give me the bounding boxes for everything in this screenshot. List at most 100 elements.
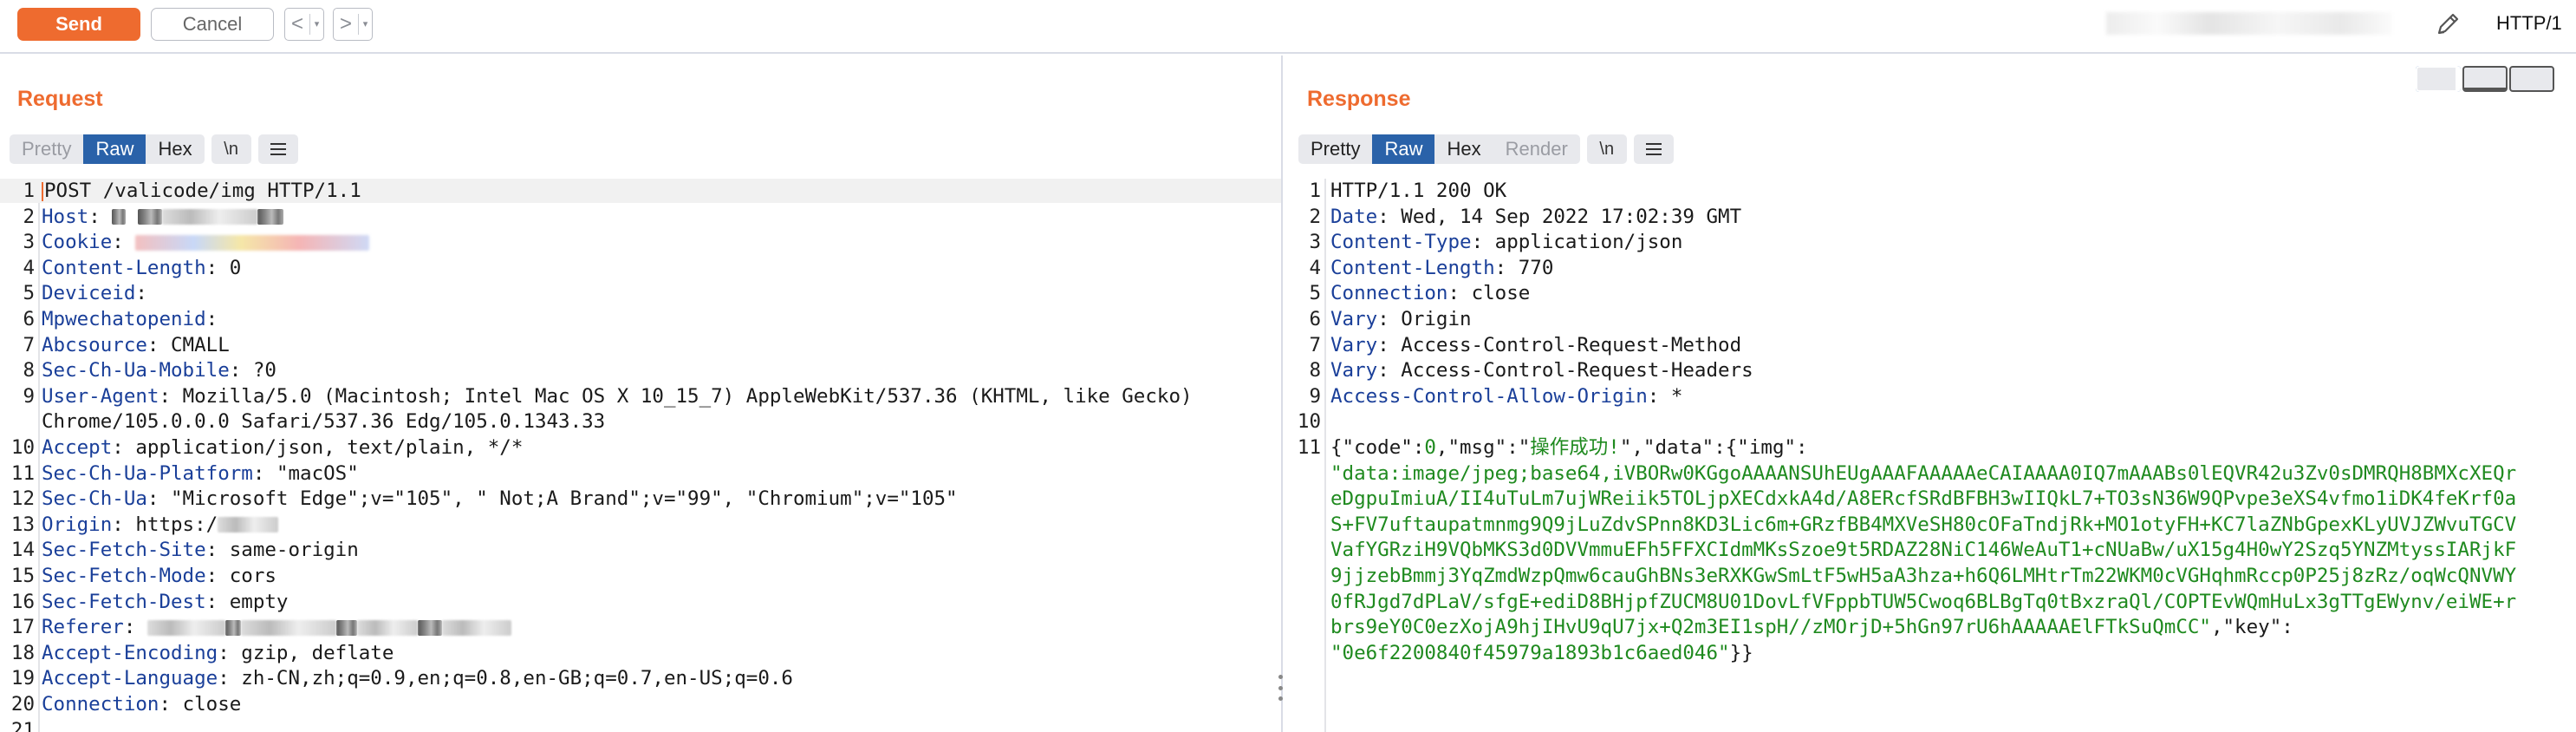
json-body-line: "0e6f2200840f45979a1893b1c6aed046"}} [1330,641,1753,665]
editor-line[interactable]: 15 Sec-Fetch-Mode: cors [0,564,1281,588]
response-tab-group: Pretty Raw Hex Render [1298,134,1580,164]
editor-line[interactable]: 17 Referer: [0,615,1281,639]
header-name: Access-Control-Allow-Origin [1330,384,1648,408]
line-text: HTTP/1.1 200 OK [1330,180,1507,202]
response-tab-pretty[interactable]: Pretty [1298,134,1372,164]
editor-line[interactable]: 8 Vary: Access-Control-Request-Headers [1285,358,2576,382]
protocol-label[interactable]: HTTP/1 [2496,12,2562,35]
json-value: 0 [1424,436,1436,459]
editor-line[interactable]: 11 {"code":0,"msg":"操作成功!","data":{"img": [1285,435,2576,460]
editor-line[interactable]: 4 Content-Length: 0 [0,256,1281,280]
history-forward-button[interactable]: > ▾ [333,8,373,41]
line-content: Sec-Fetch-Site: same-origin [42,539,359,562]
editor-line[interactable]: 2 Host: [0,205,1281,229]
response-editor[interactable]: 1 HTTP/1.1 200 OK 2 Date: Wed, 14 Sep 2022 … [1285,179,2576,732]
json-token: ,"key": [2210,616,2293,639]
editor-line[interactable]: 7 Abcsource: CMALL [0,333,1281,357]
layout-side-by-side-button[interactable] [2416,66,2461,92]
line-content: Content-Length: 0 [42,256,242,279]
editor-line[interactable]: Chrome/105.0.0.0 Safari/537.36 Edg/105.0… [0,409,1281,434]
editor-line[interactable]: VafYGRziH9VQbMKS3d0DVVmmuEFh5FFXCIdmMKsS… [1285,538,2576,562]
editor-line[interactable]: S+FV7uftaupatmnmg9Q9jLuZdvSPnn8KD3Lic6m+… [1285,513,2576,537]
header-value: zh-CN,zh;q=0.9,en;q=0.8,en-GB;q=0.7,en-U… [241,667,793,690]
editor-line[interactable]: 16 Sec-Fetch-Dest: empty [0,590,1281,614]
history-back-button[interactable]: < ▾ [284,8,324,41]
editor-line[interactable]: 9 Access-Control-Allow-Origin: * [1285,384,2576,408]
editor-line[interactable]: 3 Cookie: [0,230,1281,254]
editor-line[interactable]: 6 Mpwechatopenid: [0,307,1281,331]
line-content: Sec-Ch-Ua-Platform: "macOS" [42,461,359,485]
editor-line[interactable]: 20 Connection: close [0,692,1281,716]
header-name: Cookie [42,231,113,254]
response-tab-render[interactable]: Render [1493,134,1580,164]
line-number: 6 [1309,308,1321,330]
response-tab-raw[interactable]: Raw [1372,134,1435,164]
response-newline-toggle[interactable]: \n [1586,134,1627,164]
request-tab-pretty[interactable]: Pretty [10,134,83,164]
editor-line[interactable]: 3 Content-Type: application/json [1285,230,2576,254]
editor-line[interactable]: 19 Accept-Language: zh-CN,zh;q=0.9,en;q=0… [0,666,1281,690]
request-newline-toggle[interactable]: \n [211,134,251,164]
header-name: Origin [42,513,113,536]
json-value: VafYGRziH9VQbMKS3d0DVVmmuEFh5FFXCIdmMKsS… [1330,539,2517,562]
response-menu-button[interactable] [1633,134,1674,164]
edit-target-pencil-icon[interactable] [2432,9,2463,40]
pane-resize-handle[interactable] [1278,675,1284,701]
editor-line[interactable]: brs9eY0C0ezXojA9hjIHvU9qU7jx+Q2m3EI1spH/… [1285,615,2576,639]
layout-stacked-button[interactable] [2462,66,2508,92]
json-body-line: {"code":0,"msg":"操作成功!","data":{"img": [1330,435,1808,460]
cancel-button[interactable]: Cancel [151,8,274,41]
request-tab-raw[interactable]: Raw [83,134,146,164]
editor-line[interactable]: 9jjzebBmmj3YqZmdWzpQmw6cauGhBNs3eRXKGwSm… [1285,564,2576,588]
redacted-value [240,619,336,636]
editor-line[interactable]: 1 POST /valicode/img HTTP/1.1 [0,179,1281,203]
line-number: 17 [10,616,35,639]
editor-line[interactable]: 13 Origin: https:/ [0,513,1281,537]
json-value: " [1718,641,1730,664]
request-editor[interactable]: 1 POST /valicode/img HTTP/1.1 2 Host: 3 Cook… [0,179,1281,732]
editor-line[interactable]: 11 Sec-Ch-Ua-Platform: "macOS" [0,461,1281,486]
editor-line[interactable]: eDgpuImiuA/II4uTuLm7ujWReiik5TOLjpXECdxk… [1285,487,2576,511]
request-tab-hex[interactable]: Hex [146,134,204,164]
editor-line[interactable]: 21 [0,718,1281,732]
header-name: User-Agent [42,384,159,408]
response-tab-hex[interactable]: Hex [1434,134,1493,164]
editor-line[interactable]: 12 Sec-Ch-Ua: "Microsoft Edge";v="105", "… [0,487,1281,511]
line-number: 7 [23,333,35,356]
json-value: eDgpuImiuA/II4uTuLm7ujWReiik5TOLjpXECdxk… [1330,487,2517,511]
request-menu-button[interactable] [257,134,298,164]
redacted-value [112,209,127,225]
editor-line[interactable]: 8 Sec-Ch-Ua-Mobile: ?0 [0,358,1281,382]
editor-line[interactable]: "data:image/jpeg;base64,iVBORw0KGgoAAAAN… [1285,461,2576,486]
line-content: Sec-Ch-Ua: "Microsoft Edge";v="105", " N… [42,487,958,511]
target-host-redacted[interactable] [2106,12,2392,35]
top-toolbar: Send Cancel < ▾ > ▾ HTTP/1 [0,0,2576,54]
json-value: " [1330,641,1343,664]
chevron-down-icon[interactable]: ▾ [358,14,372,35]
editor-line[interactable]: 10 Accept: application/json, text/plain, … [0,435,1281,460]
editor-line[interactable]: 7 Vary: Access-Control-Request-Method [1285,333,2576,357]
layout-tabbed-button[interactable] [2509,66,2554,92]
header-value: 0 [229,256,242,279]
editor-line[interactable]: 5 Connection: close [1285,281,2576,305]
editor-line[interactable]: 9 User-Agent: Mozilla/5.0 (Macintosh; Int… [0,384,1281,408]
line-number: 4 [1309,256,1321,279]
editor-line[interactable]: 1 HTTP/1.1 200 OK [1285,179,2576,203]
line-content: Vary: Access-Control-Request-Headers [1330,359,1753,382]
line-number: 2 [23,205,35,228]
line-number: 5 [1309,282,1321,305]
editor-line[interactable]: 5 Deviceid: [0,281,1281,305]
header-name: Sec-Fetch-Site [42,539,206,562]
json-body-line: eDgpuImiuA/II4uTuLm7ujWReiik5TOLjpXECdxk… [1330,487,2516,511]
editor-line[interactable]: 4 Content-Length: 770 [1285,256,2576,280]
editor-line[interactable]: 14 Sec-Fetch-Site: same-origin [0,538,1281,562]
editor-line[interactable]: "0e6f2200840f45979a1893b1c6aed046"}} [1285,641,2576,665]
editor-line[interactable]: 18 Accept-Encoding: gzip, deflate [0,641,1281,665]
editor-line[interactable]: 2 Date: Wed, 14 Sep 2022 17:02:39 GMT [1285,205,2576,229]
redacted-value [137,209,162,225]
editor-line[interactable]: 0fRJgd7dPLaV/sfgE+ediD8BHjpfZUCM8U01DovL… [1285,590,2576,614]
editor-line[interactable]: 6 Vary: Origin [1285,307,2576,331]
chevron-down-icon[interactable]: ▾ [309,14,323,35]
send-button[interactable]: Send [17,8,140,41]
editor-line[interactable]: 10 [1285,409,2576,434]
